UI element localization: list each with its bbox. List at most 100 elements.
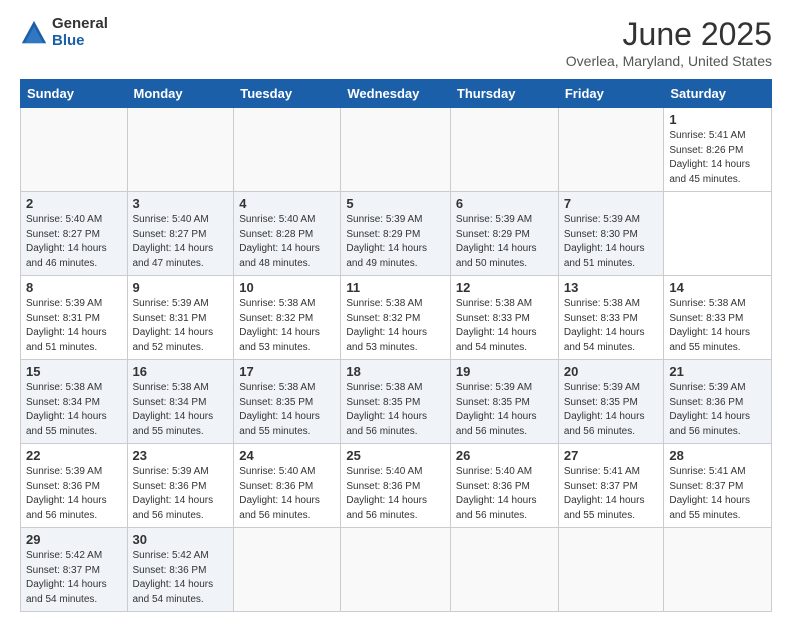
calendar-cell: 2 Sunrise: 5:40 AMSunset: 8:27 PMDaylight… [21,192,128,276]
cell-info: Sunrise: 5:40 AMSunset: 8:36 PMDaylight:… [346,465,445,523]
cell-date: 7 [564,196,659,211]
cell-date: 18 [346,364,445,379]
logo-icon [20,19,48,47]
day-header-friday: Friday [558,80,664,108]
day-header-sunday: Sunday [21,80,128,108]
cell-info: Sunrise: 5:38 AMSunset: 8:33 PMDaylight:… [564,297,659,355]
calendar-cell: 17 Sunrise: 5:38 AMSunset: 8:35 PMDayligh… [234,360,341,444]
calendar-cell: 8 Sunrise: 5:39 AMSunset: 8:31 PMDaylight… [21,276,128,360]
empty-cell [664,528,772,612]
calendar-cell: 9 Sunrise: 5:39 AMSunset: 8:31 PMDaylight… [127,276,234,360]
cell-date: 1 [669,112,766,127]
calendar-cell: 28Sunrise: 5:41 AMSunset: 8:37 PMDayligh… [664,444,772,528]
cell-info: Sunrise: 5:41 AMSunset: 8:37 PMDaylight:… [669,465,766,523]
calendar-cell: 6Sunrise: 5:39 AMSunset: 8:29 PMDaylight… [450,192,558,276]
cell-info: Sunrise: 5:40 AMSunset: 8:36 PMDaylight:… [239,465,335,523]
cell-date: 19 [456,364,553,379]
cell-date: 11 [346,280,445,295]
calendar-cell: 13 Sunrise: 5:38 AMSunset: 8:33 PMDayligh… [558,276,664,360]
calendar-cell: 25Sunrise: 5:40 AMSunset: 8:36 PMDayligh… [341,444,451,528]
calendar-page: General Blue June 2025 Overlea, Maryland… [0,0,792,628]
empty-cell [341,528,451,612]
empty-cell [341,108,451,192]
cell-info: Sunrise: 5:38 AMSunset: 8:33 PMDaylight:… [669,297,766,355]
cell-date: 23 [133,448,229,463]
logo-text: General Blue [52,16,108,49]
cell-info: Sunrise: 5:41 AMSunset: 8:37 PMDaylight:… [564,465,659,523]
logo: General Blue [20,16,108,49]
calendar-cell: 30Sunrise: 5:42 AMSunset: 8:36 PMDayligh… [127,528,234,612]
title-area: June 2025 Overlea, Maryland, United Stat… [566,16,772,69]
location-title: Overlea, Maryland, United States [566,53,772,69]
calendar-cell: 11 Sunrise: 5:38 AMSunset: 8:32 PMDayligh… [341,276,451,360]
cell-info: Sunrise: 5:39 AMSunset: 8:31 PMDaylight:… [133,297,229,355]
calendar-cell: 23Sunrise: 5:39 AMSunset: 8:36 PMDayligh… [127,444,234,528]
calendar-cell: 26 Sunrise: 5:40 AMSunset: 8:36 PMDayligh… [450,444,558,528]
calendar-cell: 3 Sunrise: 5:40 AMSunset: 8:27 PMDaylight… [127,192,234,276]
calendar-cell: 16 Sunrise: 5:38 AMSunset: 8:34 PMDayligh… [127,360,234,444]
calendar-cell: 1 Sunrise: 5:41 AMSunset: 8:26 PMDaylight… [664,108,772,192]
empty-cell [450,528,558,612]
calendar-cell: 19Sunrise: 5:39 AMSunset: 8:35 PMDayligh… [450,360,558,444]
cell-date: 10 [239,280,335,295]
calendar-cell: 22 Sunrise: 5:39 AMSunset: 8:36 PMDayligh… [21,444,128,528]
calendar-week-row: 15Sunrise: 5:38 AMSunset: 8:34 PMDayligh… [21,360,772,444]
cell-info: Sunrise: 5:38 AMSunset: 8:35 PMDaylight:… [346,381,445,439]
cell-date: 22 [26,448,122,463]
calendar-cell: 20Sunrise: 5:39 AMSunset: 8:35 PMDayligh… [558,360,664,444]
cell-info: Sunrise: 5:39 AMSunset: 8:35 PMDaylight:… [564,381,659,439]
header: General Blue June 2025 Overlea, Maryland… [20,16,772,69]
cell-info: Sunrise: 5:40 AMSunset: 8:28 PMDaylight:… [239,213,335,271]
cell-date: 17 [239,364,335,379]
calendar-cell: 18 Sunrise: 5:38 AMSunset: 8:35 PMDayligh… [341,360,451,444]
cell-date: 26 [456,448,553,463]
cell-info: Sunrise: 5:39 AMSunset: 8:36 PMDaylight:… [26,465,122,523]
month-title: June 2025 [566,16,772,53]
cell-date: 8 [26,280,122,295]
cell-info: Sunrise: 5:38 AMSunset: 8:32 PMDaylight:… [239,297,335,355]
cell-date: 27 [564,448,659,463]
day-header-wednesday: Wednesday [341,80,451,108]
cell-info: Sunrise: 5:39 AMSunset: 8:29 PMDaylight:… [346,213,445,271]
empty-cell [127,108,234,192]
empty-cell [558,108,664,192]
cell-info: Sunrise: 5:42 AMSunset: 8:36 PMDaylight:… [133,549,229,607]
cell-date: 9 [133,280,229,295]
calendar-week-row: 22 Sunrise: 5:39 AMSunset: 8:36 PMDayligh… [21,444,772,528]
day-header-thursday: Thursday [450,80,558,108]
cell-date: 3 [133,196,229,211]
empty-cell [234,108,341,192]
cell-info: Sunrise: 5:40 AMSunset: 8:27 PMDaylight:… [26,213,122,271]
cell-info: Sunrise: 5:40 AMSunset: 8:36 PMDaylight:… [456,465,553,523]
logo-blue-text: Blue [52,33,108,50]
calendar-week-row: 29Sunrise: 5:42 AMSunset: 8:37 PMDayligh… [21,528,772,612]
calendar-header-row: SundayMondayTuesdayWednesdayThursdayFrid… [21,80,772,108]
cell-info: Sunrise: 5:38 AMSunset: 8:35 PMDaylight:… [239,381,335,439]
calendar-cell: 10 Sunrise: 5:38 AMSunset: 8:32 PMDayligh… [234,276,341,360]
cell-date: 29 [26,532,122,547]
calendar-cell: 15Sunrise: 5:38 AMSunset: 8:34 PMDayligh… [21,360,128,444]
empty-cell [558,528,664,612]
calendar-week-row: 2 Sunrise: 5:40 AMSunset: 8:27 PMDaylight… [21,192,772,276]
cell-info: Sunrise: 5:41 AMSunset: 8:26 PMDaylight:… [669,129,766,187]
cell-date: 24 [239,448,335,463]
cell-info: Sunrise: 5:40 AMSunset: 8:27 PMDaylight:… [133,213,229,271]
calendar-cell: 7Sunrise: 5:39 AMSunset: 8:30 PMDaylight… [558,192,664,276]
cell-date: 6 [456,196,553,211]
cell-date: 16 [133,364,229,379]
cell-date: 13 [564,280,659,295]
calendar-cell: 27 Sunrise: 5:41 AMSunset: 8:37 PMDayligh… [558,444,664,528]
calendar-week-row: 8 Sunrise: 5:39 AMSunset: 8:31 PMDaylight… [21,276,772,360]
cell-info: Sunrise: 5:38 AMSunset: 8:34 PMDaylight:… [133,381,229,439]
cell-date: 4 [239,196,335,211]
calendar-table: SundayMondayTuesdayWednesdayThursdayFrid… [20,79,772,612]
cell-date: 2 [26,196,122,211]
day-header-saturday: Saturday [664,80,772,108]
empty-cell [21,108,128,192]
cell-info: Sunrise: 5:39 AMSunset: 8:31 PMDaylight:… [26,297,122,355]
cell-date: 21 [669,364,766,379]
empty-cell [450,108,558,192]
cell-info: Sunrise: 5:38 AMSunset: 8:32 PMDaylight:… [346,297,445,355]
calendar-cell: 12Sunrise: 5:38 AMSunset: 8:33 PMDayligh… [450,276,558,360]
cell-info: Sunrise: 5:38 AMSunset: 8:33 PMDaylight:… [456,297,553,355]
